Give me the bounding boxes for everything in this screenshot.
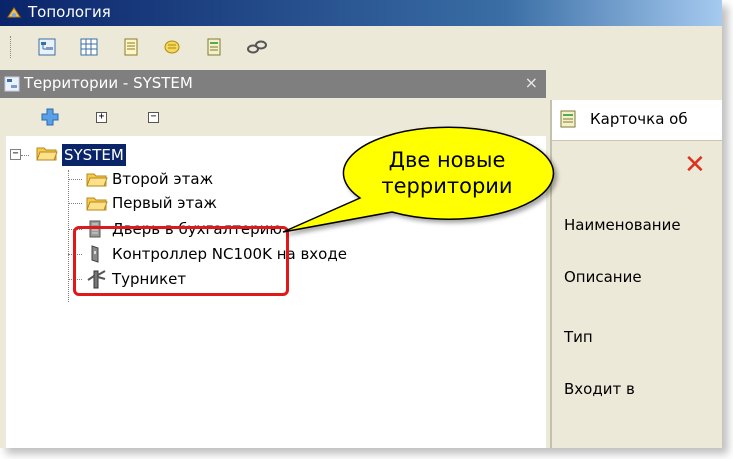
tree-node-label: Второй этаж [112,170,214,188]
type-field-label: Тип [564,328,593,346]
card-icon [560,110,576,128]
document-icon[interactable] [122,38,140,56]
description-field-label: Описание [564,268,642,286]
tree-node-first-floor[interactable]: Первый этаж [6,192,306,214]
callout-text: Две новые территории [372,147,522,199]
tree-view-icon [4,76,20,92]
tree-view-icon[interactable] [38,38,56,56]
window-title: Топология [28,3,111,21]
territories-panel-title: Территории - SYSTEM [24,74,193,92]
main-toolbar [0,26,722,68]
topology-window: Топология Территории - SYSTEM × + − − SY… [0,0,722,448]
tree-connector [21,155,29,156]
grid-view-icon[interactable] [80,38,98,56]
tree-node-label: SYSTEM [62,144,126,166]
close-icon[interactable]: × [525,73,538,92]
folder-icon [86,197,108,211]
tree-node-root[interactable]: − SYSTEM [6,144,306,166]
callout-line-2: территории [381,174,513,198]
folder-icon [86,173,108,187]
card-icon[interactable] [205,38,223,56]
collapse-node-button[interactable]: − [10,149,21,160]
title-bar: Топология [0,0,722,26]
toolbar-grip[interactable] [10,36,14,58]
folder-open-icon [36,147,58,161]
parent-field-label: Входит в [564,380,635,398]
expand-all-button[interactable]: + [96,112,107,123]
highlight-box [73,226,289,296]
callout-line-1: Две новые [388,148,506,172]
link-icon[interactable] [246,38,268,56]
object-card-tab[interactable]: Карточка об [552,100,722,141]
territories-toolbar: + − [0,98,546,138]
notes-icon[interactable] [163,38,181,56]
tree-node-label: Первый этаж [112,194,217,212]
tree-node-second-floor[interactable]: Второй этаж [6,168,306,190]
object-card-panel: Карточка об ✕ Наименование Описание Тип … [550,100,722,448]
collapse-all-button[interactable]: − [148,112,159,123]
add-territory-icon[interactable] [40,107,60,127]
topology-app-icon [7,7,21,18]
delete-icon[interactable]: ✕ [684,150,706,180]
object-card-title: Карточка об [590,110,688,128]
territories-panel-header: Территории - SYSTEM × [0,70,546,98]
name-field-label: Наименование [564,216,681,234]
